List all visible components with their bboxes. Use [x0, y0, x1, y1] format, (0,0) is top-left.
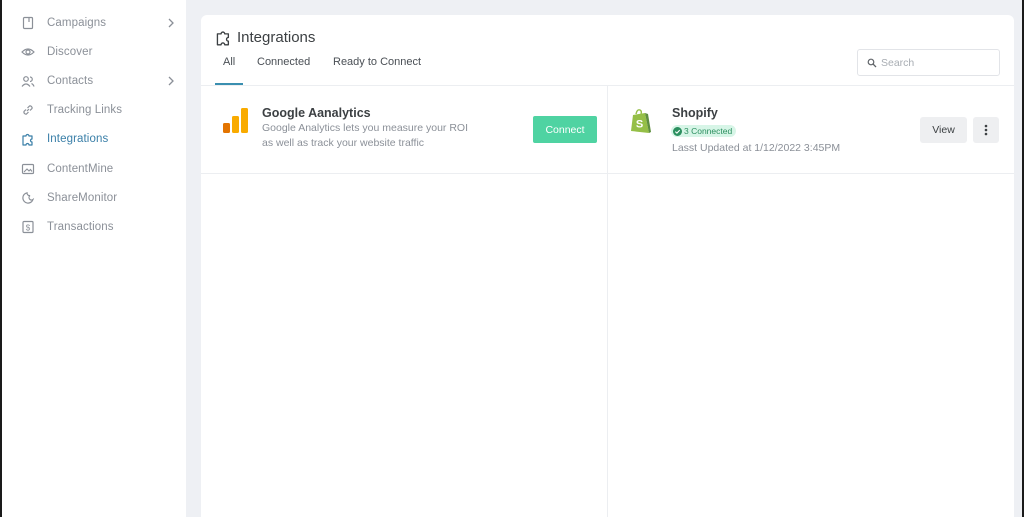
- page-title: Integrations: [237, 29, 316, 46]
- view-button[interactable]: View: [920, 117, 967, 143]
- cookie-icon: [22, 192, 35, 204]
- tab-all[interactable]: All: [223, 56, 235, 68]
- integration-description-line1: Google Analytics lets you measure your R…: [262, 122, 469, 134]
- kebab-menu-icon: [984, 124, 988, 136]
- link-icon: [23, 105, 33, 115]
- integration-description-line2: as well as track your website traffic: [262, 137, 425, 149]
- integration-name: Shopify: [672, 106, 718, 120]
- connected-badge: 3 Connected: [671, 125, 737, 137]
- connected-count: 3 Connected: [684, 126, 733, 136]
- eye-icon: [21, 48, 35, 56]
- sidebar-item-label: Discover: [47, 46, 93, 58]
- sidebar-item-tracking-links[interactable]: Tracking Links: [2, 96, 186, 125]
- puzzle-icon: [216, 31, 230, 46]
- sidebar-item-label: Campaigns: [47, 17, 107, 29]
- integrations-panel: Integrations All Connected Ready to Conn…: [201, 15, 1014, 517]
- sidebar-item-label: Integrations: [47, 133, 109, 145]
- sidebar: Campaigns Discover Contacts Tracking Lin: [2, 0, 186, 517]
- svg-text:$: $: [26, 223, 31, 232]
- tab-ready-to-connect[interactable]: Ready to Connect: [333, 56, 421, 68]
- search-icon: [867, 58, 877, 68]
- sidebar-item-label: Transactions: [47, 221, 114, 233]
- google-analytics-logo-icon: [223, 108, 248, 133]
- column-divider: [607, 86, 608, 517]
- chevron-right-icon: [168, 18, 174, 28]
- book-icon: [22, 16, 34, 30]
- search-box[interactable]: [857, 49, 1000, 76]
- sidebar-item-label: Tracking Links: [47, 104, 123, 116]
- sidebar-item-contacts[interactable]: Contacts: [2, 67, 186, 96]
- dollar-icon: $: [22, 220, 34, 234]
- sidebar-item-label: Contacts: [47, 75, 94, 87]
- check-circle-icon: [673, 126, 682, 136]
- sidebar-item-contentmine[interactable]: ContentMine: [2, 155, 186, 184]
- sidebar-item-transactions[interactable]: $ Transactions: [2, 213, 186, 242]
- sidebar-item-label: ContentMine: [47, 163, 114, 175]
- sidebar-item-sharemonitor[interactable]: ShareMonitor: [2, 184, 186, 213]
- users-icon: [21, 76, 35, 87]
- tab-connected[interactable]: Connected: [257, 56, 310, 68]
- integration-name: Google Aanalytics: [262, 106, 371, 120]
- row-divider: [201, 173, 1014, 174]
- search-input[interactable]: [881, 54, 991, 72]
- sidebar-item-discover[interactable]: Discover: [2, 38, 186, 67]
- chevron-right-icon: [168, 76, 174, 86]
- sidebar-item-label: ShareMonitor: [47, 192, 118, 204]
- sidebar-item-integrations[interactable]: Integrations: [2, 125, 186, 154]
- svg-text:S: S: [636, 119, 643, 131]
- puzzle-icon: [22, 133, 33, 146]
- last-updated-text: Lasst Updated at 1/12/2022 3:45PM: [672, 142, 841, 154]
- shopify-logo-icon: S: [631, 109, 651, 133]
- connect-button[interactable]: Connect: [533, 116, 597, 143]
- sidebar-item-campaigns[interactable]: Campaigns: [2, 9, 186, 38]
- more-options-button[interactable]: [973, 117, 999, 143]
- image-icon: [21, 163, 35, 175]
